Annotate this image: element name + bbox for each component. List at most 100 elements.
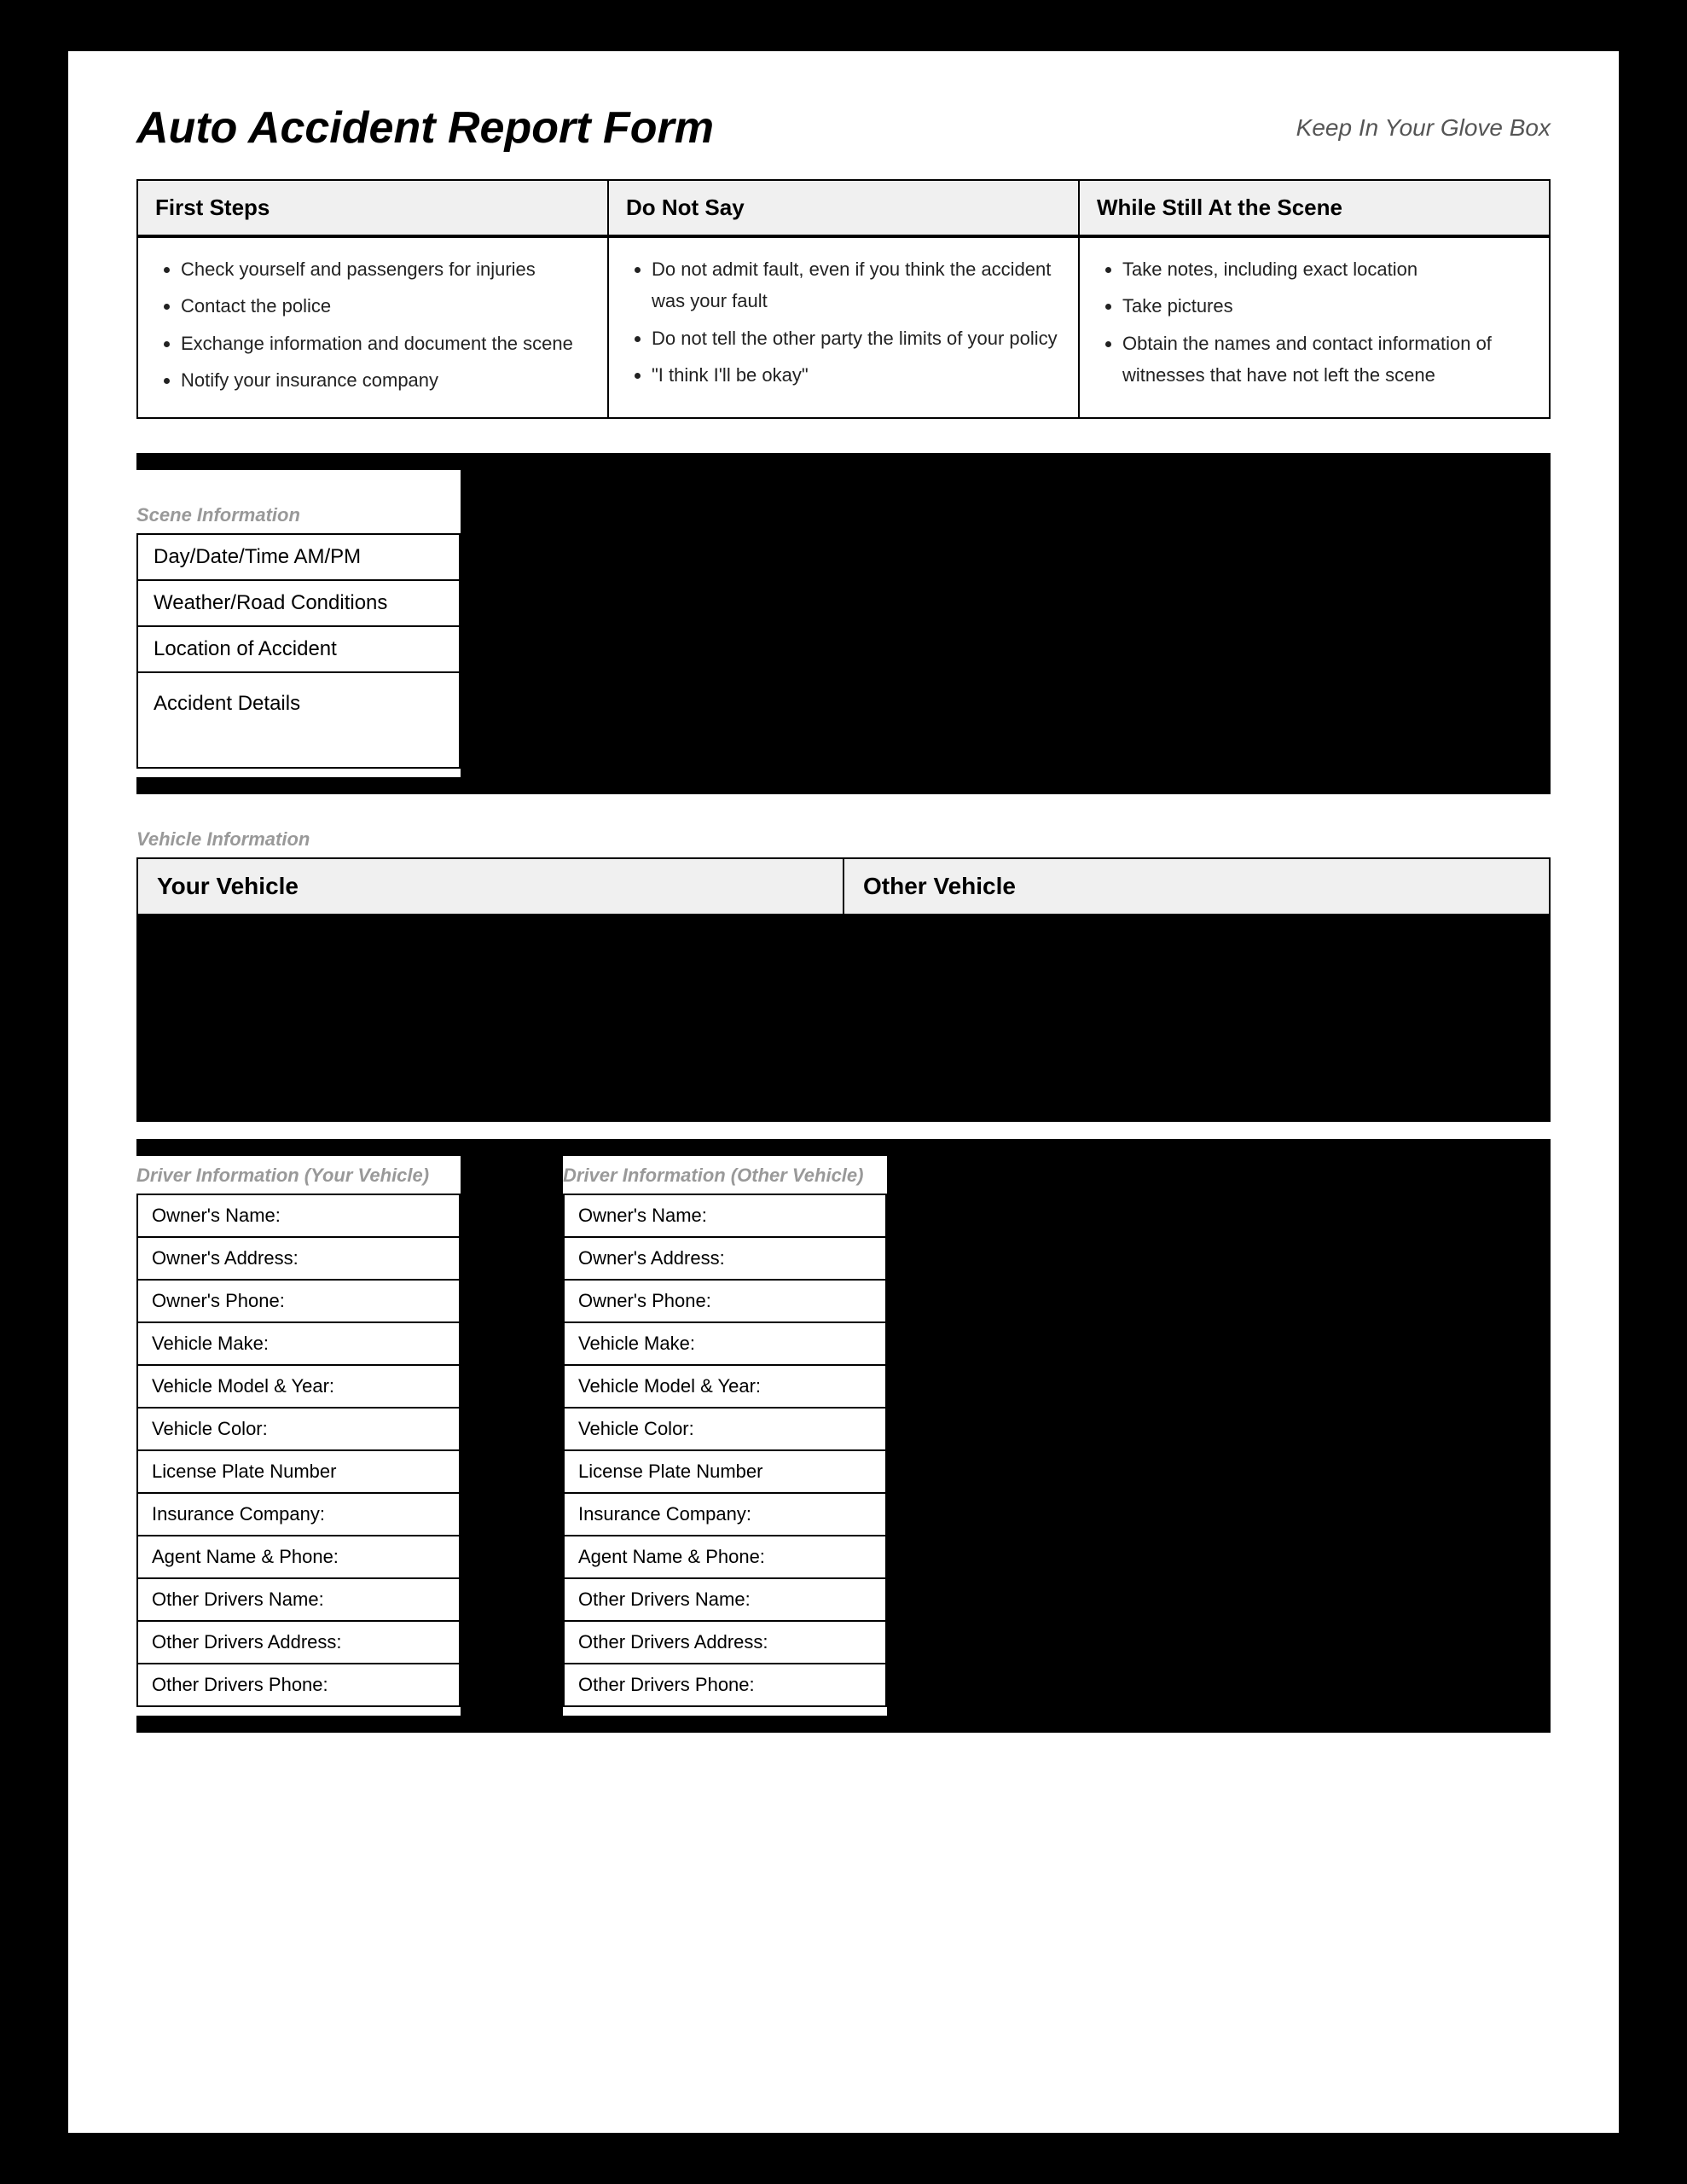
scene-section: Scene Information Day/Date/Time AM/PM We…	[136, 453, 1551, 794]
your-vehicle-drawing-cell	[137, 916, 844, 1121]
vehicle-color-label[interactable]: Vehicle Color:	[137, 1408, 460, 1450]
your-driver-info-label: Driver Information (Your Vehicle)	[136, 1165, 461, 1187]
at-scene-2: Take pictures	[1122, 290, 1530, 322]
driver-info-right-black	[921, 1156, 1551, 1716]
table-row: Other Drivers Address:	[564, 1621, 886, 1664]
other-vehicle-model-year-label[interactable]: Vehicle Model & Year:	[564, 1365, 886, 1408]
driver-info-section: Driver Information (Your Vehicle) Owner'…	[136, 1139, 1551, 1733]
at-scene-content: Take notes, including exact location Tak…	[1079, 237, 1550, 418]
col-at-scene: While Still At the Scene	[1079, 180, 1550, 235]
col-first-steps: First Steps	[137, 180, 608, 235]
location-accident-label[interactable]: Location of Accident	[137, 626, 460, 672]
table-row: Other Drivers Name:	[137, 1578, 460, 1621]
day-date-time-label[interactable]: Day/Date/Time AM/PM	[137, 534, 460, 580]
table-row: Owner's Address:	[137, 1237, 460, 1280]
table-row: Owner's Phone:	[564, 1280, 886, 1322]
table-row: Agent Name & Phone:	[137, 1536, 460, 1578]
your-vehicle-driver-col: Driver Information (Your Vehicle) Owner'…	[136, 1156, 461, 1716]
table-row: Vehicle Make:	[564, 1322, 886, 1365]
license-plate-label[interactable]: License Plate Number	[137, 1450, 460, 1493]
table-row: Vehicle Color:	[137, 1408, 460, 1450]
table-row: Owner's Name:	[137, 1194, 460, 1237]
table-row: Weather/Road Conditions	[137, 580, 460, 626]
page-title: Auto Accident Report Form	[136, 102, 714, 154]
vehicle-section-wrapper: Vehicle Information	[136, 794, 1551, 851]
owner-name-label[interactable]: Owner's Name:	[137, 1194, 460, 1237]
other-owner-name-label[interactable]: Owner's Name:	[564, 1194, 886, 1237]
scene-black-area	[461, 470, 1551, 777]
other-agent-name-phone-label[interactable]: Agent Name & Phone:	[564, 1536, 886, 1578]
your-vehicle-drawing	[157, 932, 824, 1103]
other-driver-info-label: Driver Information (Other Vehicle)	[563, 1165, 887, 1187]
other-driver-fields-table: Owner's Name: Owner's Address: Owner's P…	[563, 1194, 887, 1707]
table-row: Agent Name & Phone:	[564, 1536, 886, 1578]
table-row: Other Drivers Phone:	[564, 1664, 886, 1706]
other-vehicle-color-label[interactable]: Vehicle Color:	[564, 1408, 886, 1450]
table-row: License Plate Number	[564, 1450, 886, 1493]
page-header: Auto Accident Report Form Keep In Your G…	[136, 102, 1551, 154]
scene-section-label: Scene Information	[136, 504, 461, 526]
three-col-body: Check yourself and passengers for injuri…	[136, 236, 1551, 419]
at-scene-3: Obtain the names and contact information…	[1122, 328, 1530, 392]
table-row: Owner's Address:	[564, 1237, 886, 1280]
table-row: Owner's Name:	[564, 1194, 886, 1237]
table-row: Owner's Phone:	[137, 1280, 460, 1322]
owner-address-label[interactable]: Owner's Address:	[137, 1237, 460, 1280]
table-row: Insurance Company:	[137, 1493, 460, 1536]
do-not-say-3: "I think I'll be okay"	[652, 359, 1059, 391]
table-row: Vehicle Color:	[564, 1408, 886, 1450]
other-vehicle-drawing-cell	[844, 916, 1550, 1121]
do-not-say-2: Do not tell the other party the limits o…	[652, 322, 1059, 354]
vehicle-model-year-label[interactable]: Vehicle Model & Year:	[137, 1365, 460, 1408]
vehicle-section-label: Vehicle Information	[136, 828, 1551, 851]
vehicle-make-label[interactable]: Vehicle Make:	[137, 1322, 460, 1365]
other-insurance-company-label[interactable]: Insurance Company:	[564, 1493, 886, 1536]
other-drivers-address-label[interactable]: Other Drivers Address:	[137, 1621, 460, 1664]
other-owner-address-label[interactable]: Owner's Address:	[564, 1237, 886, 1280]
agent-name-phone-label[interactable]: Agent Name & Phone:	[137, 1536, 460, 1578]
table-row: Other Drivers Name:	[564, 1578, 886, 1621]
first-step-3: Exchange information and document the sc…	[181, 328, 588, 359]
table-row: Insurance Company:	[564, 1493, 886, 1536]
first-step-2: Contact the police	[181, 290, 588, 322]
first-step-4: Notify your insurance company	[181, 364, 588, 396]
first-steps-content: Check yourself and passengers for injuri…	[137, 237, 608, 418]
weather-road-label[interactable]: Weather/Road Conditions	[137, 580, 460, 626]
your-vehicle-header: Your Vehicle	[137, 858, 844, 915]
other-license-plate-label[interactable]: License Plate Number	[564, 1450, 886, 1493]
scene-labels-wrapper: Scene Information Day/Date/Time AM/PM We…	[136, 470, 461, 777]
col-do-not-say: Do Not Say	[608, 180, 1079, 235]
other-owner-phone-label[interactable]: Owner's Phone:	[564, 1280, 886, 1322]
other-other-drivers-name-label[interactable]: Other Drivers Name:	[564, 1578, 886, 1621]
table-row: Accident Details	[137, 672, 460, 768]
other-drivers-phone-label[interactable]: Other Drivers Phone:	[137, 1664, 460, 1706]
insurance-company-label[interactable]: Insurance Company:	[137, 1493, 460, 1536]
other-vehicle-make-label[interactable]: Vehicle Make:	[564, 1322, 886, 1365]
accident-details-label[interactable]: Accident Details	[137, 672, 460, 768]
scene-fields-table: Day/Date/Time AM/PM Weather/Road Conditi…	[136, 533, 461, 769]
other-other-drivers-address-label[interactable]: Other Drivers Address:	[564, 1621, 886, 1664]
three-col-header: First Steps Do Not Say While Still At th…	[136, 179, 1551, 236]
other-vehicle-header: Other Vehicle	[844, 858, 1550, 915]
driver-info-middle-gap	[495, 1156, 529, 1716]
table-row: License Plate Number	[137, 1450, 460, 1493]
do-not-say-content: Do not admit fault, even if you think th…	[608, 237, 1079, 418]
other-vehicle-driver-col: Driver Information (Other Vehicle) Owner…	[563, 1156, 887, 1716]
header-subtitle: Keep In Your Glove Box	[1296, 102, 1551, 142]
table-row: Vehicle Model & Year:	[564, 1365, 886, 1408]
other-drivers-name-label[interactable]: Other Drivers Name:	[137, 1578, 460, 1621]
table-row: Location of Accident	[137, 626, 460, 672]
first-step-1: Check yourself and passengers for injuri…	[181, 253, 588, 285]
at-scene-1: Take notes, including exact location	[1122, 253, 1530, 285]
table-row: Vehicle Make:	[137, 1322, 460, 1365]
table-row: Day/Date/Time AM/PM	[137, 534, 460, 580]
other-vehicle-drawing	[863, 932, 1530, 1103]
your-driver-fields-table: Owner's Name: Owner's Address: Owner's P…	[136, 1194, 461, 1707]
table-row: Vehicle Model & Year:	[137, 1365, 460, 1408]
do-not-say-1: Do not admit fault, even if you think th…	[652, 253, 1059, 317]
owner-phone-label[interactable]: Owner's Phone:	[137, 1280, 460, 1322]
table-row: Other Drivers Address:	[137, 1621, 460, 1664]
vehicle-header-table: Your Vehicle Other Vehicle	[136, 857, 1551, 915]
other-other-drivers-phone-label[interactable]: Other Drivers Phone:	[564, 1664, 886, 1706]
vehicle-body-table	[136, 915, 1551, 1122]
